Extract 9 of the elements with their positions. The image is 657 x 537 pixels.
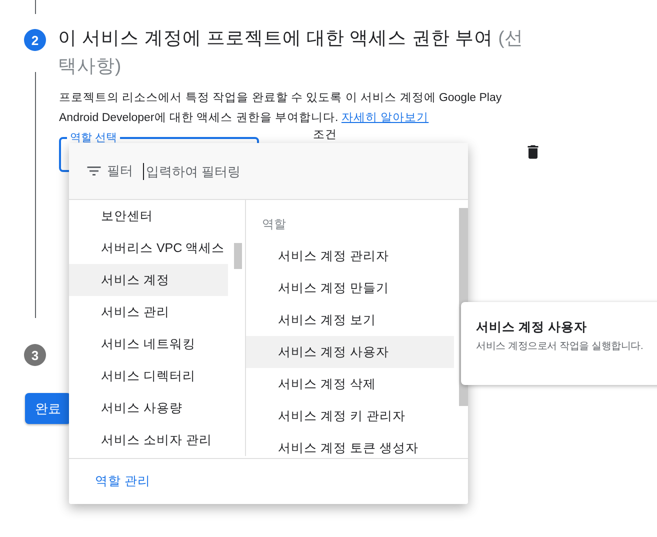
condition-label: 조건 bbox=[313, 128, 337, 142]
step-number: 2 bbox=[24, 29, 46, 51]
tooltip-title: 서비스 계정 사용자 bbox=[476, 319, 588, 336]
section-title: 이 서비스 계정에 프로젝트에 대한 액세스 권한 부여 (선택사항) bbox=[58, 26, 524, 78]
roles-header: 역할 bbox=[261, 216, 287, 232]
step-number: 3 bbox=[24, 344, 46, 366]
filter-label: 필터 bbox=[107, 162, 133, 180]
description-text: 프로젝트의 리소스에서 특정 작업을 완료할 수 있도록 이 서비스 계정에 Google Play Android Developer에 대한 액세스 권한을 부여합니다. 자세히 알아보기 bbox=[59, 91, 503, 126]
tooltip-description: 서비스 계정으로서 작업을 실행합니다. bbox=[476, 340, 644, 353]
